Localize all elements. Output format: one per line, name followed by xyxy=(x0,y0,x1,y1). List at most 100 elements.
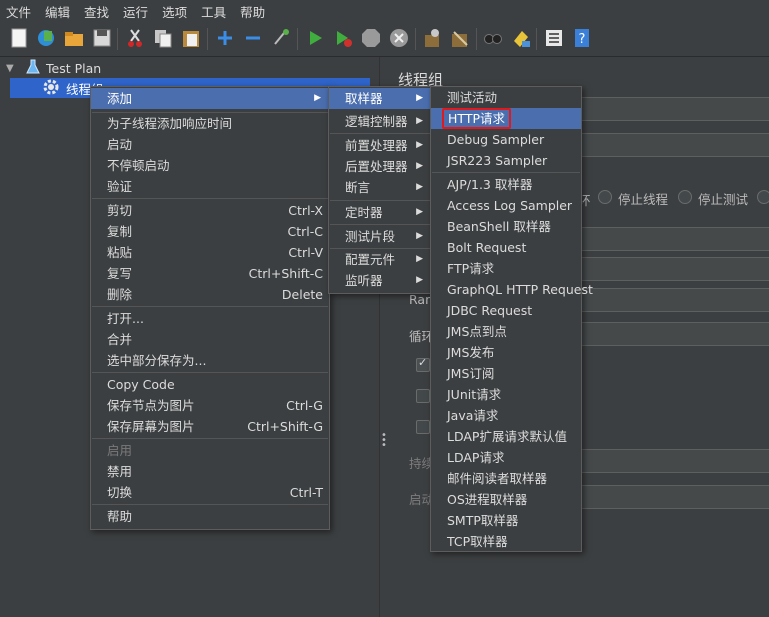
menu-item-junit-request[interactable]: JUnit请求 xyxy=(431,384,581,405)
menu-item-jms-publisher[interactable]: JMS发布 xyxy=(431,342,581,363)
menu-item-ldap-extended-request[interactable]: LDAP扩展请求默认值 xyxy=(431,426,581,447)
search-icon[interactable] xyxy=(482,27,504,49)
menu-item-cut[interactable]: 剪切 Ctrl-X xyxy=(91,200,329,221)
menu-item-start[interactable]: 启动 xyxy=(91,134,329,155)
menu-file[interactable]: 文件 xyxy=(0,2,39,21)
menu-item-beanshell-sampler[interactable]: BeanShell 取样器 xyxy=(431,216,581,237)
menu-item-merge[interactable]: 合并 xyxy=(91,329,329,350)
menu-item-access-log-sampler[interactable]: Access Log Sampler xyxy=(431,195,581,216)
menu-item-help[interactable]: 帮助 xyxy=(91,506,329,527)
menu-item-copy-code[interactable]: Copy Code xyxy=(91,374,329,395)
menu-item-open[interactable]: 打开... xyxy=(91,308,329,329)
cut-icon[interactable] xyxy=(124,27,146,49)
menu-item-post-processor[interactable]: 后置处理器 ▶ xyxy=(329,156,431,177)
menu-item-add[interactable]: 添加 ▶ xyxy=(91,88,329,109)
comment-field[interactable] xyxy=(578,133,769,157)
new-icon[interactable] xyxy=(8,27,30,49)
same-user-checkbox[interactable]: ✓ xyxy=(416,356,430,372)
menu-item-bolt-request[interactable]: Bolt Request xyxy=(431,237,581,258)
menu-item-config-element[interactable]: 配置元件 ▶ xyxy=(329,249,431,270)
menu-item-logic-controller[interactable]: 逻辑控制器 ▶ xyxy=(329,111,431,132)
menu-item-delete[interactable]: 删除 Delete xyxy=(91,284,329,305)
save-icon[interactable] xyxy=(91,27,113,49)
menu-item-os-process-sampler[interactable]: OS进程取样器 xyxy=(431,489,581,510)
ramp-up-field[interactable] xyxy=(578,288,769,312)
menu-edit[interactable]: 编辑 xyxy=(39,2,78,21)
menu-item-debug-sampler[interactable]: Debug Sampler xyxy=(431,129,581,150)
menu-item-add-response-time[interactable]: 为子线程添加响应时间 xyxy=(91,113,329,134)
menu-item-jdbc-request[interactable]: JDBC Request xyxy=(431,300,581,321)
menu-separator xyxy=(432,172,580,173)
menu-item-copy[interactable]: 复制 Ctrl-C xyxy=(91,221,329,242)
menu-item-http-request[interactable]: HTTP请求 xyxy=(431,108,581,129)
menu-item-jms-point-to-point[interactable]: JMS点到点 xyxy=(431,321,581,342)
menu-item-tcp-sampler[interactable]: TCP取样器 xyxy=(431,531,581,552)
menu-item-toggle[interactable]: 切换 Ctrl-T xyxy=(91,482,329,503)
menu-item-save-screen-image[interactable]: 保存屏幕为图片 Ctrl+Shift-G xyxy=(91,416,329,437)
collapse-icon[interactable] xyxy=(242,27,264,49)
threads-count-field[interactable] xyxy=(578,257,769,281)
toggle-icon[interactable] xyxy=(270,27,292,49)
submenu-arrow-icon: ▶ xyxy=(416,231,423,241)
toolbar-separator xyxy=(207,28,208,50)
scheduler-checkbox[interactable] xyxy=(416,420,430,434)
drag-handle-icon[interactable]: • • • xyxy=(381,431,387,451)
menu-item-ajp-sampler[interactable]: AJP/1.3 取样器 xyxy=(431,174,581,195)
menu-item-test-fragment[interactable]: 测试片段 ▶ xyxy=(329,226,431,247)
menu-item-mail-reader-sampler[interactable]: 邮件阅读者取样器 xyxy=(431,468,581,489)
menu-item-disable[interactable]: 禁用 xyxy=(91,461,329,482)
delay-thread-checkbox[interactable] xyxy=(416,389,430,403)
expand-icon[interactable] xyxy=(214,27,236,49)
menu-item-graphql-request[interactable]: GraphQL HTTP Request xyxy=(431,279,593,300)
clear-icon[interactable] xyxy=(421,27,443,49)
menu-run[interactable]: 运行 xyxy=(117,2,156,21)
menu-item-timer[interactable]: 定时器 ▶ xyxy=(329,202,431,223)
menu-item-pre-processor[interactable]: 前置处理器 ▶ xyxy=(329,135,431,156)
open-icon[interactable] xyxy=(63,27,85,49)
menu-item-flow-control-action[interactable]: 测试活动 xyxy=(431,87,581,108)
clear-all-icon[interactable] xyxy=(449,27,471,49)
menu-tools[interactable]: 工具 xyxy=(195,2,234,21)
menu-item-jms-subscriber[interactable]: JMS订阅 xyxy=(431,363,581,384)
menu-search[interactable]: 查找 xyxy=(78,2,117,21)
menu-item-jsr223-sampler[interactable]: JSR223 Sampler xyxy=(431,150,581,171)
templates-icon[interactable] xyxy=(35,27,57,49)
menu-item-ftp-request[interactable]: FTP请求 xyxy=(431,258,581,279)
name-field[interactable] xyxy=(578,97,769,121)
start-icon[interactable] xyxy=(304,27,326,49)
menu-help[interactable]: 帮助 xyxy=(234,2,273,21)
menu-bar: 文件 编辑 查找 运行 选项 工具 帮助 xyxy=(0,0,769,22)
menu-item-ldap-request[interactable]: LDAP请求 xyxy=(431,447,581,468)
submenu-arrow-icon: ▶ xyxy=(416,116,423,126)
menu-item-save-selection[interactable]: 选中部分保存为... xyxy=(91,350,329,371)
menu-item-sampler[interactable]: 取样器 ▶ xyxy=(329,88,431,109)
stop-thread-radio[interactable] xyxy=(598,190,612,204)
stop-test-now-radio[interactable] xyxy=(757,190,769,204)
stop-test-radio[interactable] xyxy=(678,190,692,204)
loop-count-field[interactable] xyxy=(578,322,769,346)
menu-item-validate[interactable]: 验证 xyxy=(91,176,329,197)
startup-delay-field[interactable] xyxy=(578,485,769,509)
menu-options[interactable]: 选项 xyxy=(156,2,195,21)
tree-node-test-plan[interactable]: ▼ Test Plan xyxy=(6,58,101,78)
collapse-arrow-icon[interactable]: ▼ xyxy=(6,63,20,74)
shutdown-icon[interactable] xyxy=(388,27,410,49)
copy-icon[interactable] xyxy=(152,27,174,49)
help-icon[interactable]: ? xyxy=(571,27,593,49)
menu-item-assertion[interactable]: 断言 ▶ xyxy=(329,177,431,198)
function-helper-icon[interactable] xyxy=(543,27,565,49)
threads-field[interactable] xyxy=(578,227,769,251)
menu-item-java-request[interactable]: Java请求 xyxy=(431,405,581,426)
reset-search-icon[interactable] xyxy=(510,27,532,49)
menu-item-smtp-sampler[interactable]: SMTP取样器 xyxy=(431,510,581,531)
menu-item-paste[interactable]: 粘贴 Ctrl-V xyxy=(91,242,329,263)
menu-item-save-node-image[interactable]: 保存节点为图片 Ctrl-G xyxy=(91,395,329,416)
menu-item-listener[interactable]: 监听器 ▶ xyxy=(329,270,431,291)
paste-icon[interactable] xyxy=(180,27,202,49)
start-no-pauses-icon[interactable] xyxy=(332,27,354,49)
menu-item-duplicate[interactable]: 复写 Ctrl+Shift-C xyxy=(91,263,329,284)
submenu-arrow-icon: ▶ xyxy=(416,207,423,217)
stop-icon[interactable] xyxy=(360,27,382,49)
menu-item-start-no-pause[interactable]: 不停顿启动 xyxy=(91,155,329,176)
duration-field[interactable] xyxy=(578,449,769,473)
